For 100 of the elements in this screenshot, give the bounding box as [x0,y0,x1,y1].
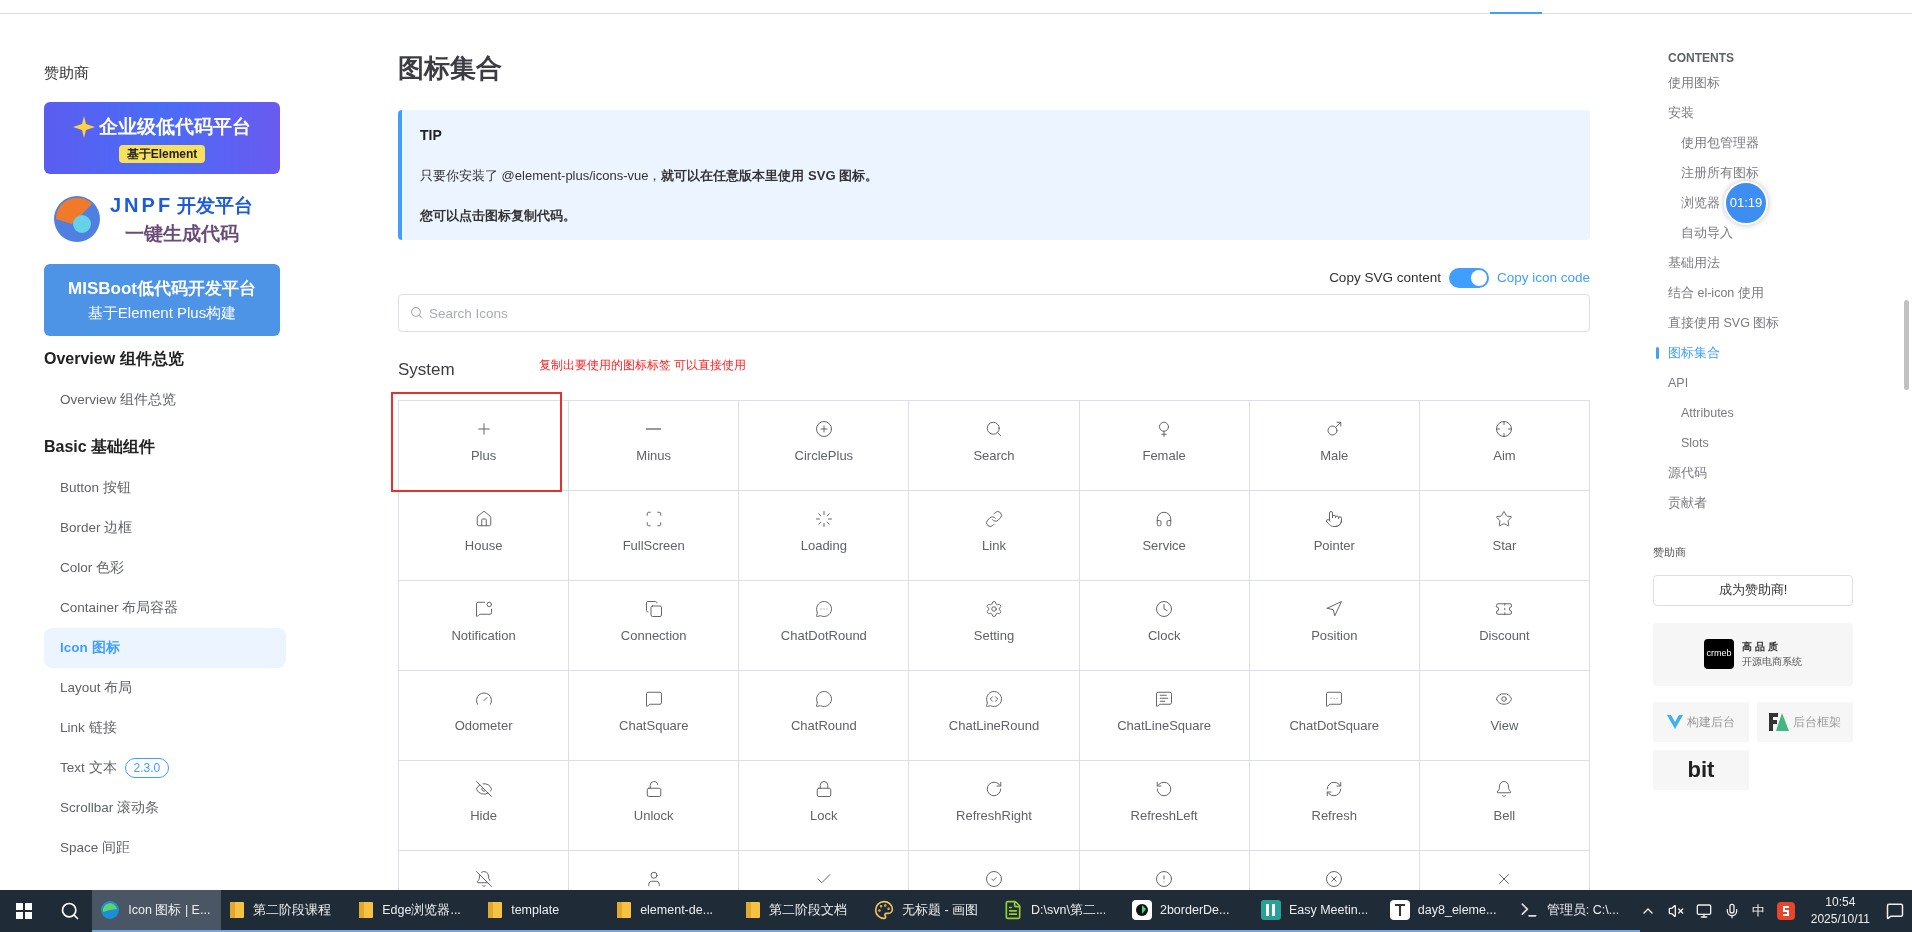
icon-cell[interactable]: Refresh [1249,761,1420,851]
nav-item[interactable]: Container 布局容器 [44,588,286,628]
icon-cell[interactable]: Setting [909,581,1080,671]
rotate-right-icon [985,780,1003,798]
taskbar-app[interactable]: Edge浏览器... [350,890,480,932]
toggle-switch[interactable] [1448,268,1489,288]
toc-link[interactable]: 基础用法 [1668,253,1720,273]
icon-cell[interactable]: ChatLineRound [909,671,1080,761]
icon-cell[interactable]: CirclePlus [739,401,910,491]
app-label: 管理员: C:\... [1546,901,1620,919]
taskbar-app[interactable]: day8_eleme... [1381,890,1511,932]
nav-item[interactable]: Layout 布局 [44,668,286,708]
icon-cell[interactable]: Loading [739,491,910,581]
taskbar-app[interactable]: 无标题 - 画图 [866,890,995,932]
icon-cell[interactable]: Service [1079,491,1250,581]
nav-label: Color 色彩 [60,558,124,577]
icon-cell[interactable]: RefreshLeft [1079,761,1250,851]
input-method-icon[interactable] [1776,902,1795,920]
icon-cell[interactable]: Link [909,491,1080,581]
ime-indicator[interactable]: 中 [1751,901,1765,921]
taskbar-app[interactable]: D:\svn\第二... [995,890,1124,932]
nav-label: Scrollbar 滚动条 [60,798,160,817]
icon-cell[interactable]: Male [1249,401,1420,491]
taskbar-app[interactable]: Easy Meetin... [1252,890,1382,932]
icon-cell[interactable]: Minus [569,401,740,491]
taskbar-app[interactable]: element-de... [608,890,738,932]
icon-cell[interactable]: Female [1079,401,1250,491]
banner[interactable]: 企业级低代码平台 基于Element [44,102,280,174]
icon-cell[interactable]: Pointer [1249,491,1420,581]
nav-item[interactable]: Scrollbar 滚动条 [44,788,286,828]
icon-cell[interactable]: Unlock [569,761,740,851]
taskbar-app[interactable]: template [479,890,609,932]
sponsor-card[interactable]: bit [1653,749,1749,790]
toc-link[interactable]: 注册所有图标 [1681,163,1759,183]
toc-link[interactable]: 结合 el-icon 使用 [1668,283,1764,303]
nav-item[interactable]: Button 按钮 [44,468,286,508]
icon-cell[interactable]: ChatDotSquare [1249,671,1420,761]
toc-link[interactable]: Attributes [1681,403,1734,423]
taskbar-app[interactable]: Icon 图标 | E... [92,890,222,932]
gauge-icon [474,690,493,708]
toc-link[interactable]: 贡献者 [1668,493,1707,513]
page-title: 图标集合 [398,52,503,85]
taskbar-app[interactable]: 第二阶段文档 [737,890,867,932]
toc-link[interactable]: 自动导入 [1681,223,1733,243]
nav-item[interactable]: Link 链接 [44,708,286,748]
icon-cell[interactable]: Plus [399,401,570,491]
icon-cell[interactable]: ChatSquare [569,671,740,761]
icon-cell[interactable]: ChatDotRound [739,581,910,671]
icon-cell[interactable]: Search [909,401,1080,491]
toc-link[interactable]: 使用包管理器 [1681,133,1759,153]
icon-cell[interactable]: Aim [1419,401,1590,491]
icon-label: ChatLineSquare [1117,717,1212,735]
notification-icon[interactable] [1885,902,1904,920]
toc-link[interactable]: 使用图标 [1668,73,1720,93]
toc-link[interactable]: 安装 [1668,103,1694,123]
taskbar-app[interactable]: 2borderDe... [1123,890,1253,932]
icon-label: RefreshLeft [1130,807,1198,825]
timer-badge[interactable]: 01:19 [1724,181,1768,225]
nav-item[interactable]: Overview 组件总览 [44,380,286,420]
icon-cell[interactable]: Notification [399,581,570,671]
icon-cell[interactable]: Position [1249,581,1420,671]
icon-label: Service [1142,537,1186,555]
taskbar-app[interactable]: 第二阶段课程 [221,890,351,932]
icon-cell[interactable]: Lock [739,761,910,851]
icon-cell[interactable]: House [399,491,570,581]
icon-cell[interactable]: FullScreen [569,491,740,581]
icon-cell[interactable]: Discount [1419,581,1590,671]
icon-cell[interactable]: Hide [399,761,570,851]
icon-cell[interactable]: Connection [569,581,740,671]
speaker-muted-icon[interactable] [1667,903,1684,919]
toc-link[interactable]: 浏览器 [1681,193,1720,213]
icon-cell[interactable]: Bell [1419,761,1590,851]
banner[interactable]: JNPF 开发平台 一键生成代码 [44,186,280,252]
become-sponsor-button[interactable]: 成为赞助商! [1653,574,1853,606]
app-label: Edge浏览器... [382,901,461,919]
toc-link[interactable]: 直接使用 SVG 图标 [1668,313,1780,333]
network-icon[interactable] [1695,903,1712,919]
star-icon [1495,510,1514,528]
nav-label: Text 文本 [60,758,117,777]
nav-item[interactable]: Space 间距 [44,828,286,868]
toc-link[interactable]: API [1668,373,1689,393]
app-label: 第二阶段课程 [253,901,332,919]
icon-cell[interactable]: Star [1419,491,1590,581]
search-field[interactable]: Search Icons [398,294,1590,332]
icon-cell[interactable]: ChatLineSquare [1079,671,1250,761]
scrollbar-thumb[interactable] [1904,300,1909,390]
icon-cell[interactable]: RefreshRight [909,761,1080,851]
toc-link[interactable]: 源代码 [1668,463,1707,483]
icon-cell[interactable]: ChatRound [739,671,910,761]
toc-link[interactable]: Slots [1681,433,1709,453]
icon-cell[interactable]: Odometer [399,671,570,761]
nav-item[interactable]: Border 边框 [44,508,286,548]
sponsor-card[interactable]: crmeb 高 品 质 开源电商系统 [1653,622,1853,686]
clock-time[interactable]: 10:54 [1825,894,1856,911]
clock-date[interactable]: 2025/10/11 [1810,911,1870,928]
nav-item[interactable]: Color 色彩 [44,548,286,588]
taskbar-app[interactable]: 管理员: C:\... [1510,890,1640,932]
icon-cell[interactable]: View [1419,671,1590,761]
nav-item[interactable]: Text 文本 2.3.0 [44,748,286,788]
icon-cell[interactable]: Clock [1079,581,1250,671]
